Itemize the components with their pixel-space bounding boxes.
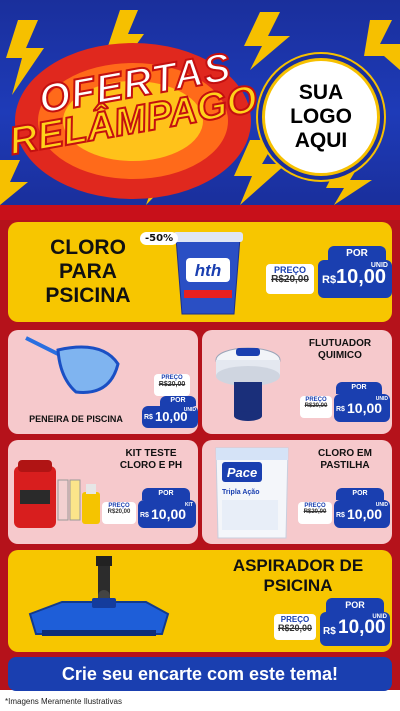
por-label: POR (142, 488, 190, 500)
bucket-brand-text: hth (195, 261, 221, 280)
price-tag: POR PREÇO R$20,00 R$ 10,00 UNID (266, 246, 392, 306)
product-title: CLORO PARA PSICINA (45, 236, 131, 308)
price-box: R$ 10,00 UNID (142, 406, 198, 428)
old-price-box: PREÇO R$20,00 (300, 396, 332, 418)
price-tag: POR PREÇO R$20,00 R$ 10,00 UNID (274, 598, 390, 648)
old-price-box: PREÇO R$20,00 (266, 264, 314, 294)
por-label: POR (160, 396, 196, 406)
product-image-net (22, 334, 122, 404)
discount-badge: -50% (140, 232, 179, 245)
old-price-box: PREÇO R$20,00 (102, 502, 136, 524)
cta-banner[interactable]: Crie seu encarte com este tema! (8, 657, 392, 691)
price-value: 10,00 (151, 506, 187, 522)
product-card-kit[interactable]: KIT TESTE CLORO E PH POR PREÇO R$20,00 R… (8, 440, 198, 544)
price-tag: POR PREÇO R$20,00 R$ 10,00 KIT (102, 488, 196, 538)
product-title: KIT TESTE CLORO E PH (119, 448, 183, 471)
logo-placeholder: SUA LOGO AQUI (262, 58, 380, 176)
old-price-box: PREÇO R$20,00 (298, 502, 332, 524)
product-title: ASPIRADOR DE PSICINA (232, 556, 364, 595)
logo-text-line2: LOGO (290, 104, 352, 128)
product-title: CLORO EM PASTILHA (318, 448, 372, 471)
old-price-box: PREÇO R$20,00 (274, 614, 316, 640)
disclaimer-text: *Imagens Meramente Ilustrativas (5, 697, 122, 706)
product-card-pastilha[interactable]: Pace Tripla Ação CLORO EM PASTILHA POR P… (202, 440, 392, 544)
product-image-floater (210, 336, 286, 426)
por-label: POR (326, 598, 384, 612)
price-value: 10,00 (155, 409, 188, 424)
product-title: PENEIRA DE PISCINA (29, 414, 123, 424)
price-tag: PREÇO R$20,00 POR R$ 10,00 UNID (142, 374, 198, 430)
price-box: R$ 10,00 KIT (138, 500, 196, 528)
product-card-aspirador[interactable]: ASPIRADOR DE PSICINA POR PREÇO R$20,00 R… (8, 550, 392, 652)
price-value: 10,00 (336, 266, 387, 288)
price-value: 10,00 (338, 617, 386, 638)
product-image-vacuum-head (22, 554, 172, 648)
logo-text-line1: SUA (298, 80, 344, 104)
price-value: 10,00 (347, 400, 383, 416)
product-card-cloro[interactable]: CLORO PARA PSICINA hth -50% POR PREÇO R$… (8, 222, 392, 322)
price-tag: POR PREÇO R$20,00 R$ 10,00 UNID (298, 488, 390, 538)
por-label: POR (336, 382, 382, 394)
price-tag: POR PREÇO R$20,00 R$ 10,00 UNID (300, 382, 390, 430)
logo-text-line3: AQUI (294, 129, 348, 153)
price-box: R$ 10,00 UNID (320, 612, 390, 646)
price-box: R$ 10,00 UNID (334, 394, 390, 422)
bag-sub-text: Tripla Ação (222, 489, 259, 496)
product-image-kit (12, 452, 106, 534)
product-image-pace-bag: Pace Tripla Ação (212, 444, 292, 542)
old-price-box: PREÇO R$20,00 (154, 374, 190, 396)
price-box: R$ 10,00 UNID (334, 500, 390, 528)
product-card-peneira[interactable]: PENEIRA DE PISCINA PREÇO R$20,00 POR R$ … (8, 330, 198, 434)
bag-brand-text: Pace (227, 465, 257, 480)
hero-banner: OFERTAS RELÂMPAGO SUA LOGO AQUI (0, 0, 400, 205)
price-box: R$ 10,00 UNID (318, 260, 392, 298)
product-image-bucket: hth (168, 228, 248, 318)
product-title: FLUTUADOR QUIMICO (308, 338, 372, 361)
por-label: POR (336, 488, 384, 500)
price-value: 10,00 (347, 506, 383, 522)
product-card-flutuador[interactable]: FLUTUADOR QUIMICO POR PREÇO R$20,00 R$ 1… (202, 330, 392, 434)
